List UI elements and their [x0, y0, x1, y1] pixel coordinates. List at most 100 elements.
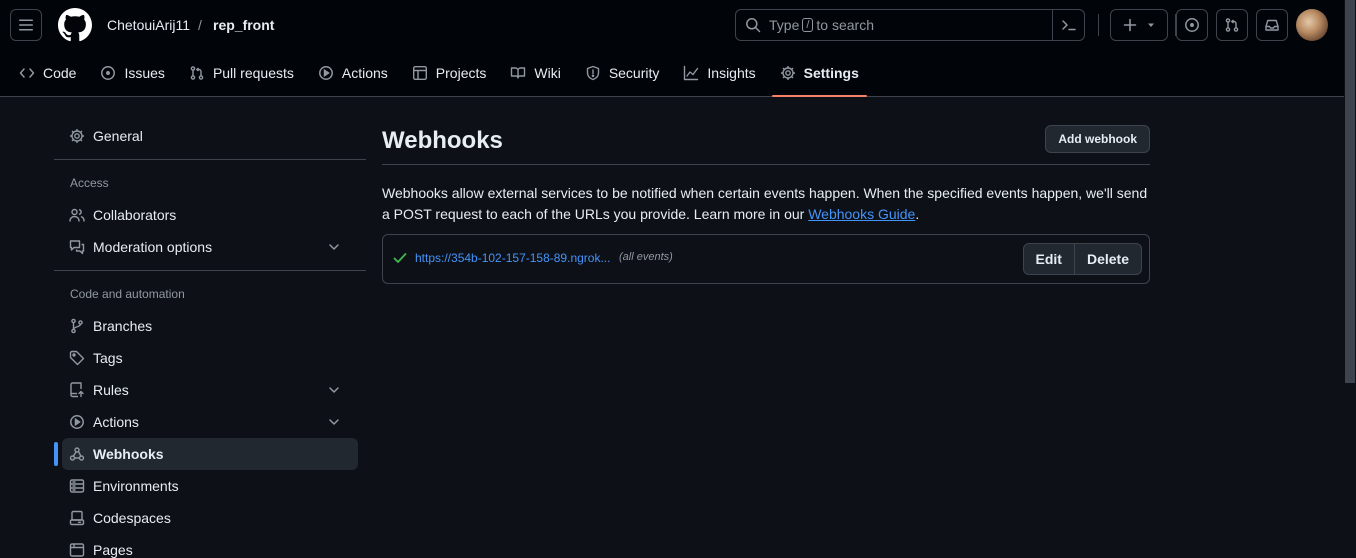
terminal-icon	[1061, 20, 1076, 31]
search-shortcut-key: /	[802, 18, 814, 32]
avatar[interactable]	[1296, 9, 1328, 41]
tab-insights[interactable]: Insights	[675, 57, 763, 89]
sidebar-item-label: Actions	[93, 414, 139, 430]
sidebar-item-environments[interactable]: Environments	[54, 470, 366, 502]
issue-opened-icon	[1185, 18, 1199, 32]
tab-label: Code	[43, 65, 77, 81]
code-icon	[19, 65, 35, 81]
search-input[interactable]: Type / to search	[735, 9, 1085, 41]
search-placeholder: Type / to search	[769, 17, 874, 33]
sidebar-item-general[interactable]: General	[54, 120, 366, 152]
repo-push-icon	[69, 382, 85, 398]
tab-projects[interactable]: Projects	[404, 57, 495, 89]
play-icon	[318, 65, 334, 81]
comment-discussion-icon	[69, 239, 85, 255]
triangle-down-icon	[1148, 23, 1154, 27]
sidebar-group-heading: Access	[70, 176, 109, 190]
git-pull-request-icon	[189, 65, 205, 81]
delete-button[interactable]: Delete	[1073, 244, 1141, 274]
sidebar-item-label: Codespaces	[93, 510, 171, 526]
tab-issues[interactable]: Issues	[92, 57, 172, 89]
sidebar-item-collaborators[interactable]: Collaborators	[54, 199, 366, 231]
webhook-actions: Edit Delete	[1022, 243, 1142, 275]
tab-wiki[interactable]: Wiki	[502, 57, 568, 89]
codespaces-icon	[69, 510, 85, 526]
tab-label: Wiki	[534, 65, 561, 81]
book-icon	[510, 65, 526, 81]
tab-label: Pull requests	[212, 65, 294, 81]
check-icon	[392, 250, 408, 266]
people-icon	[69, 207, 85, 223]
webhook-list-item: https://354b-102-157-158-89.ngrok... (al…	[382, 234, 1150, 284]
breadcrumb-separator: /	[198, 17, 202, 33]
settings-sidebar: General Access Collaborators Moderation …	[54, 120, 366, 558]
breadcrumb-repo[interactable]: rep_front	[213, 17, 274, 33]
tab-label: Insights	[707, 65, 756, 81]
webhooks-description: Webhooks allow external services to be n…	[382, 183, 1150, 225]
menu-button[interactable]	[10, 9, 42, 41]
issues-button[interactable]	[1176, 9, 1208, 41]
sidebar-item-webhooks[interactable]: Webhooks	[54, 438, 358, 470]
scrollbar-thumb[interactable]	[1345, 0, 1355, 383]
create-new-button[interactable]	[1110, 9, 1168, 41]
sidebar-item-rules[interactable]: Rules	[54, 374, 366, 406]
play-icon	[69, 414, 85, 430]
webhooks-panel: Webhooks Add webhook Webhooks allow exte…	[382, 125, 1150, 284]
sidebar-item-tags[interactable]: Tags	[54, 342, 366, 374]
repo-nav: Code Issues Pull requests Actions Projec…	[0, 57, 875, 97]
git-pull-request-icon	[1225, 18, 1239, 32]
search-icon	[745, 17, 761, 33]
chevron-down-icon[interactable]	[326, 239, 342, 255]
description-text: Webhooks allow external services to be n…	[382, 185, 1148, 222]
sidebar-divider	[54, 159, 366, 160]
chevron-down-icon[interactable]	[326, 414, 342, 430]
hamburger-icon	[19, 19, 33, 31]
tab-label: Settings	[803, 65, 859, 81]
sidebar-item-label: Rules	[93, 382, 129, 398]
browser-icon	[69, 542, 85, 558]
sidebar-item-label: Collaborators	[93, 207, 177, 223]
tab-actions[interactable]: Actions	[310, 57, 396, 89]
breadcrumb-owner[interactable]: ChetouiArij11	[107, 17, 190, 33]
sidebar-item-label: Environments	[93, 478, 179, 494]
sidebar-item-pages[interactable]: Pages	[54, 534, 366, 558]
inbox-button[interactable]	[1256, 9, 1288, 41]
add-webhook-button[interactable]: Add webhook	[1045, 125, 1150, 153]
tab-label: Security	[608, 65, 660, 81]
search-suffix: to search	[816, 17, 875, 33]
pull-requests-button[interactable]	[1216, 9, 1248, 41]
sidebar-group-heading: Code and automation	[70, 287, 185, 301]
chevron-down-icon[interactable]	[326, 382, 342, 398]
sidebar-item-codespaces[interactable]: Codespaces	[54, 502, 366, 534]
github-logo-icon[interactable]	[58, 8, 92, 42]
plus-icon	[1123, 18, 1137, 32]
tab-pull-requests[interactable]: Pull requests	[181, 57, 302, 89]
command-palette-button[interactable]	[1052, 10, 1084, 40]
global-header: ChetouiArij11 / rep_front Type / to sear…	[0, 0, 1344, 97]
sidebar-item-label: Moderation options	[93, 239, 213, 255]
sidebar-item-label: Pages	[93, 542, 133, 558]
issue-opened-icon	[100, 65, 116, 81]
webhooks-guide-link[interactable]: Webhooks Guide	[808, 206, 915, 222]
tab-code[interactable]: Code	[11, 57, 84, 89]
sidebar-item-label: Tags	[93, 350, 123, 366]
webhook-icon	[69, 446, 85, 462]
graph-icon	[683, 65, 699, 81]
inbox-icon	[1265, 19, 1279, 31]
tab-security[interactable]: Security	[577, 57, 668, 89]
tab-settings[interactable]: Settings	[771, 57, 868, 97]
search-prefix: Type	[769, 17, 800, 33]
edit-button[interactable]: Edit	[1024, 244, 1074, 274]
sidebar-item-actions[interactable]: Actions	[54, 406, 366, 438]
gear-icon	[69, 128, 85, 144]
git-branch-icon	[69, 318, 85, 334]
sidebar-item-label: General	[93, 128, 143, 144]
webhook-events: (all events)	[619, 251, 673, 263]
sidebar-item-moderation[interactable]: Moderation options	[54, 231, 366, 263]
page-title: Webhooks	[382, 127, 503, 154]
sidebar-item-label: Branches	[93, 318, 153, 334]
sidebar-item-branches[interactable]: Branches	[54, 310, 366, 342]
gear-icon	[780, 65, 796, 81]
sidebar-divider	[54, 270, 366, 271]
webhook-url-link[interactable]: https://354b-102-157-158-89.ngrok...	[415, 251, 610, 265]
